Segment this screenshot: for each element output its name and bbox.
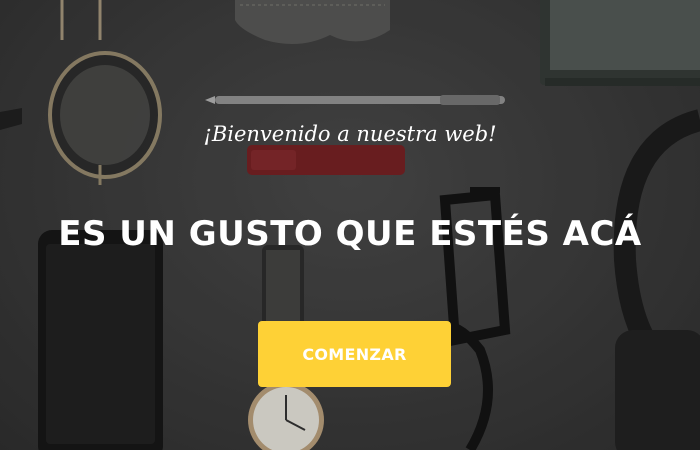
hero-subheading: ¡Bienvenido a nuestra web! [203,122,497,146]
start-button[interactable]: COMENZAR [258,321,451,387]
hero-content: ¡Bienvenido a nuestra web! ES UN GUSTO Q… [0,0,700,450]
hero-heading: ES UN GUSTO QUE ESTÉS ACÁ [58,214,642,254]
hero-section: ¡Bienvenido a nuestra web! ES UN GUSTO Q… [0,0,700,450]
